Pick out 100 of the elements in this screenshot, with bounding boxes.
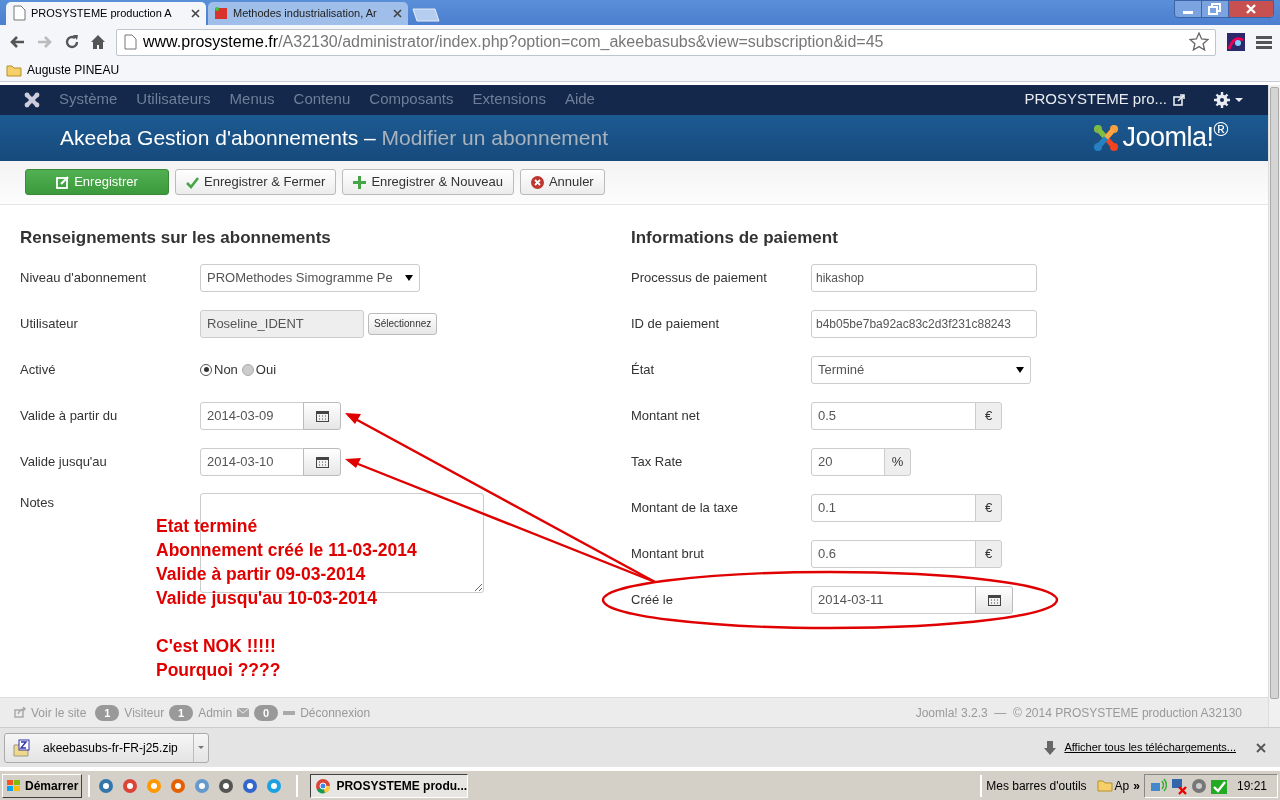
home-icon[interactable] bbox=[90, 34, 106, 51]
mail-icon bbox=[237, 708, 250, 718]
start-button[interactable]: Démarrer bbox=[2, 773, 83, 798]
tab-title: Methodes industrialisation, Ar bbox=[233, 6, 378, 22]
page-icon bbox=[12, 5, 26, 22]
field-label: Processus de paiement bbox=[631, 268, 768, 287]
browser-tab[interactable]: PROSYSTEME production A bbox=[6, 1, 206, 25]
toolbar-button[interactable]: Annuler bbox=[519, 169, 605, 196]
radio-button[interactable] bbox=[241, 363, 254, 376]
nav-menu-item[interactable]: Système bbox=[59, 88, 118, 111]
field-label: État bbox=[631, 360, 656, 379]
input-field[interactable]: hikashop bbox=[811, 263, 1037, 292]
field-label: Tax Rate bbox=[631, 452, 684, 471]
annotation-text: Pourquoi ???? bbox=[156, 658, 282, 682]
count-badge: 0 bbox=[254, 704, 279, 721]
section-heading: Informations de paiement bbox=[631, 226, 839, 249]
input-field[interactable]: Roseline_IDENT bbox=[200, 309, 364, 338]
folder-toolbar[interactable]: Ap bbox=[1096, 776, 1130, 795]
chevron-button[interactable]: » bbox=[1133, 776, 1140, 795]
status-label: Visiteur bbox=[124, 704, 165, 722]
calendar-button[interactable] bbox=[303, 401, 341, 430]
field-label: Montant net bbox=[631, 406, 701, 425]
taskbar-task[interactable]: PROSYSTEME produ... bbox=[310, 773, 469, 798]
windows-icon bbox=[6, 778, 22, 793]
extension-icon[interactable] bbox=[1226, 32, 1246, 53]
show-all-downloads-link[interactable]: Afficher tous les téléchargements... bbox=[1064, 739, 1236, 756]
close-icon[interactable] bbox=[1229, 1, 1273, 17]
count-badge: 1 bbox=[169, 704, 194, 721]
nav-menu-item[interactable]: Aide bbox=[564, 88, 595, 111]
annotation-text: Valide jusqu'au 10-03-2014 bbox=[156, 586, 379, 610]
tab-title: PROSYSTEME production A bbox=[31, 6, 173, 22]
dropdown[interactable]: Terminé bbox=[811, 355, 1031, 384]
page-icon bbox=[123, 34, 137, 51]
input-field[interactable]: 2014-03-10 bbox=[200, 447, 304, 476]
folder-icon bbox=[6, 63, 22, 77]
zip-file-icon bbox=[13, 738, 31, 757]
input-field[interactable]: b4b05be7ba92ac83c2d3f231c88243 bbox=[811, 309, 1037, 338]
dropdown[interactable]: PROMethodes Simogramme Pe bbox=[200, 263, 420, 292]
browser-tab[interactable]: Methodes industrialisation, Ar bbox=[208, 1, 408, 25]
input-addon: € bbox=[975, 401, 1002, 430]
select-user-button[interactable]: Sélectionnez bbox=[368, 312, 438, 335]
nav-menu-item[interactable]: Extensions bbox=[472, 88, 546, 111]
nav-menu-item[interactable]: Utilisateurs bbox=[136, 88, 211, 111]
annotation-text: Etat terminé bbox=[156, 514, 259, 538]
close-icon bbox=[393, 8, 402, 18]
field-label: Montant de la taxe bbox=[631, 498, 739, 517]
folder-icon bbox=[1096, 779, 1113, 793]
caret-icon bbox=[405, 274, 413, 281]
field-label: Notes bbox=[20, 493, 55, 512]
menu-icon[interactable] bbox=[1256, 34, 1272, 51]
scrollbar[interactable] bbox=[1268, 84, 1280, 728]
bookmark-item[interactable]: Auguste PINEAU bbox=[6, 61, 120, 80]
toolbar-label: Mes barres d'outils bbox=[986, 777, 1087, 795]
calendar-icon bbox=[987, 593, 1001, 606]
radio-button[interactable] bbox=[200, 363, 212, 376]
settings-icon[interactable] bbox=[1214, 91, 1244, 108]
close-icon bbox=[191, 8, 200, 18]
radio-label: Oui bbox=[255, 360, 277, 379]
input-field[interactable]: 0.6 bbox=[811, 539, 976, 568]
input-field[interactable]: 20 bbox=[811, 447, 885, 476]
field-label: Utilisateur bbox=[20, 314, 79, 333]
input-field[interactable]: 0.5 bbox=[811, 401, 976, 430]
calendar-button[interactable] bbox=[303, 447, 341, 476]
close-icon[interactable] bbox=[1256, 742, 1266, 753]
toolbar-button[interactable]: Enregistrer & Nouveau bbox=[342, 169, 514, 196]
share-icon bbox=[14, 707, 26, 719]
calendar-icon bbox=[315, 455, 329, 468]
address-bar[interactable]: www.prosysteme.fr/A32130/administrator/index.php?option=com_akeebasubs&view=subscription&id=45 bbox=[116, 28, 1216, 56]
nav-menu-item[interactable]: Composants bbox=[369, 88, 454, 111]
download-item[interactable]: akeebasubs-fr-FR-j25.zip bbox=[4, 732, 209, 763]
joomla-logo: Joomla!$^{®}$ bbox=[1090, 117, 1228, 158]
plus-icon bbox=[353, 175, 367, 189]
picture-thumbnail-icon bbox=[214, 6, 228, 21]
caret-icon bbox=[1016, 366, 1024, 373]
nav-menu-item[interactable]: Menus bbox=[229, 88, 275, 111]
input-field[interactable]: 0.1 bbox=[811, 493, 976, 522]
annotation-text: C'est NOK !!!!! bbox=[156, 634, 277, 658]
field-label: Créé le bbox=[631, 590, 674, 609]
calendar-button[interactable] bbox=[975, 585, 1013, 614]
star-icon[interactable] bbox=[1189, 32, 1209, 53]
copyright-text: Joomla! 3.2.3 — © 2014 PROSYSTEME production A32130 bbox=[915, 704, 1242, 722]
reload-icon[interactable] bbox=[64, 34, 80, 51]
field-label: Valide jusqu'au bbox=[20, 452, 108, 471]
annotation-text: Valide à partir 09-03-2014 bbox=[156, 562, 367, 586]
clock: 19:21 bbox=[1236, 777, 1267, 795]
nav-menu-item[interactable]: Contenu bbox=[293, 88, 351, 111]
new-tab-icon[interactable] bbox=[410, 7, 440, 22]
toolbar-button[interactable]: Enregistrer & Fermer bbox=[175, 169, 337, 196]
input-field[interactable]: 2014-03-09 bbox=[200, 401, 304, 430]
network-disconnected-icon[interactable] bbox=[1169, 776, 1188, 795]
input-field[interactable]: 2014-03-11 bbox=[811, 585, 976, 614]
minus-icon bbox=[283, 710, 296, 715]
download-icon bbox=[1044, 740, 1057, 755]
input-addon: % bbox=[884, 447, 911, 476]
section-heading: Renseignements sur les abonnements bbox=[20, 226, 332, 249]
field-label: Montant brut bbox=[631, 544, 705, 563]
external-link-icon bbox=[1173, 93, 1185, 106]
check-icon bbox=[186, 175, 199, 189]
site-link[interactable]: PROSYSTEME pro... bbox=[1024, 88, 1185, 111]
url-text: www.prosysteme.fr/A32130/administrator/index.php?option=com_akeebasubs&view=subscription&id=45 bbox=[143, 32, 885, 53]
